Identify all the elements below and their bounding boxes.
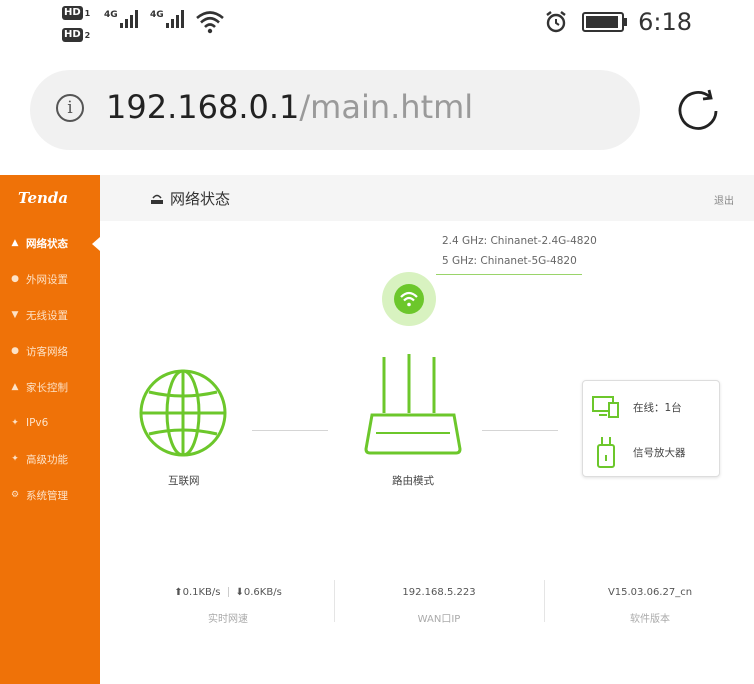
sim1-indicator: HD 1 xyxy=(62,4,90,22)
extender-icon xyxy=(597,437,615,468)
online-count: 在线：1台 xyxy=(633,401,682,414)
router-icon xyxy=(364,354,462,455)
sidebar-item-label: 高级功能 xyxy=(26,453,68,466)
sidebar-item-label: IPv6 xyxy=(26,417,49,429)
wifi-icon xyxy=(400,291,418,307)
sidebar-item-network-status[interactable]: ▲ 网络状态 xyxy=(0,225,100,261)
ssid-5ghz: 5 GHz: Chinanet-5G-4820 xyxy=(442,255,577,267)
firmware-version-label: 软件版本 xyxy=(630,614,670,625)
sidebar-item-label: 无线设置 xyxy=(26,309,68,322)
reload-icon[interactable] xyxy=(676,88,722,134)
wan-ip-value: 192.168.5.223 xyxy=(402,587,476,598)
signal-icon-1: 4G xyxy=(104,10,140,28)
download-speed: 0.6KB/s xyxy=(243,587,282,598)
globe-icon: ● xyxy=(11,274,19,284)
address-bar[interactable]: i 192.168.0.1/main.html xyxy=(30,70,640,150)
internet-globe-icon xyxy=(139,369,227,457)
upload-arrow-icon: ⬆ xyxy=(174,587,183,598)
footer-divider xyxy=(544,580,545,622)
status-bar: HD 1 HD 2 4G 4G 6:18 xyxy=(0,0,754,50)
realtime-speed-label: 实时网速 xyxy=(208,614,248,625)
sim-indicators: HD 1 HD 2 xyxy=(62,4,90,44)
hd-badge-2: HD xyxy=(62,28,83,42)
upload-speed: 0.1KB/s xyxy=(182,587,221,598)
network-status-icon xyxy=(151,194,163,204)
internet-label: 互联网 xyxy=(168,475,200,487)
alarm-icon xyxy=(546,11,566,33)
url-text[interactable]: 192.168.0.1/main.html xyxy=(106,88,473,126)
internet-router-line xyxy=(252,430,328,431)
sidebar-item-label: 访客网络 xyxy=(26,345,68,358)
clock-time: 6:18 xyxy=(638,8,692,36)
info-icon[interactable]: i xyxy=(56,94,84,122)
sidebar-item-label: 家长控制 xyxy=(26,381,68,394)
tools-icon: ✦ xyxy=(11,454,19,464)
parental-icon: ▲ xyxy=(11,382,19,392)
active-caret xyxy=(92,237,100,251)
sidebar-item-label: 外网设置 xyxy=(26,273,68,286)
sidebar: Tenda ▲ 网络状态 ● 外网设置 ▼ 无线设置 ● 访客网络 ▲ 家长控制… xyxy=(0,175,100,684)
url-host: 192.168.0.1 xyxy=(106,88,300,126)
extender-label: 信号放大器 xyxy=(633,446,686,459)
devices-icon xyxy=(592,396,619,418)
sidebar-item-wan-settings[interactable]: ● 外网设置 xyxy=(0,261,100,297)
wifi-icon: ▼ xyxy=(11,310,19,320)
tenda-logo: Tenda xyxy=(18,189,69,207)
sidebar-nav: ▲ 网络状态 ● 外网设置 ▼ 无线设置 ● 访客网络 ▲ 家长控制 ✦ IPv… xyxy=(0,225,100,513)
router-mode-label: 路由模式 xyxy=(392,475,434,487)
page-title: 网络状态 xyxy=(150,188,230,209)
signal-icon-2: 4G xyxy=(150,10,186,28)
battery-icon xyxy=(582,12,628,32)
client-panel[interactable]: 在线：1台 信号放大器 xyxy=(582,380,720,477)
sim-number-2: 2 xyxy=(84,30,91,40)
url-path: /main.html xyxy=(299,88,474,126)
footer-divider xyxy=(334,580,335,622)
ssid-connector-line xyxy=(436,274,582,275)
router-client-line xyxy=(482,430,558,431)
network-type-2: 4G xyxy=(150,10,164,20)
sidebar-item-system[interactable]: ⚙ 系统管理 xyxy=(0,477,100,513)
main-content: 网络状态 退出 2.4 GHz: Chinanet-2.4G-4820 5 GH… xyxy=(100,175,754,684)
ipv6-icon: ✦ xyxy=(11,418,19,428)
page-header: 网络状态 退出 xyxy=(100,175,754,221)
sidebar-item-wireless-settings[interactable]: ▼ 无线设置 xyxy=(0,297,100,333)
online-devices-row[interactable]: 在线：1台 xyxy=(591,395,682,419)
guest-icon: ● xyxy=(11,346,19,356)
sidebar-item-guest-network[interactable]: ● 访客网络 xyxy=(0,333,100,369)
wifi-icon-bg xyxy=(394,284,424,314)
logout-link[interactable]: 退出 xyxy=(714,192,734,207)
firmware-version-value: V15.03.06.27_cn xyxy=(607,587,693,598)
sidebar-item-advanced[interactable]: ✦ 高级功能 xyxy=(0,441,100,477)
wan-ip-label: WAN口IP xyxy=(417,614,461,625)
sim-number-1: 1 xyxy=(84,8,91,18)
page-title-text: 网络状态 xyxy=(170,190,231,208)
sim2-indicator: HD 2 xyxy=(62,26,90,44)
sidebar-item-ipv6[interactable]: ✦ IPv6 xyxy=(0,405,100,441)
gear-icon: ⚙ xyxy=(10,490,20,500)
sidebar-item-parental-control[interactable]: ▲ 家长控制 xyxy=(0,369,100,405)
sidebar-item-label: 系统管理 xyxy=(26,489,68,502)
sidebar-item-label: 网络状态 xyxy=(26,237,68,250)
wifi-status-button[interactable] xyxy=(382,272,436,326)
network-status-icon: ▲ xyxy=(11,238,19,248)
extender-row[interactable]: 信号放大器 xyxy=(591,435,686,469)
status-right: 6:18 xyxy=(544,8,692,36)
realtime-speed-value: ⬆0.1KB/s ⬇0.6KB/s xyxy=(128,587,328,598)
wifi-status-icon xyxy=(196,11,224,34)
download-arrow-icon: ⬇ xyxy=(235,587,244,598)
ssid-24ghz: 2.4 GHz: Chinanet-2.4G-4820 xyxy=(442,235,597,247)
hd-badge-1: HD xyxy=(62,6,83,20)
network-type-1: 4G xyxy=(104,10,118,20)
